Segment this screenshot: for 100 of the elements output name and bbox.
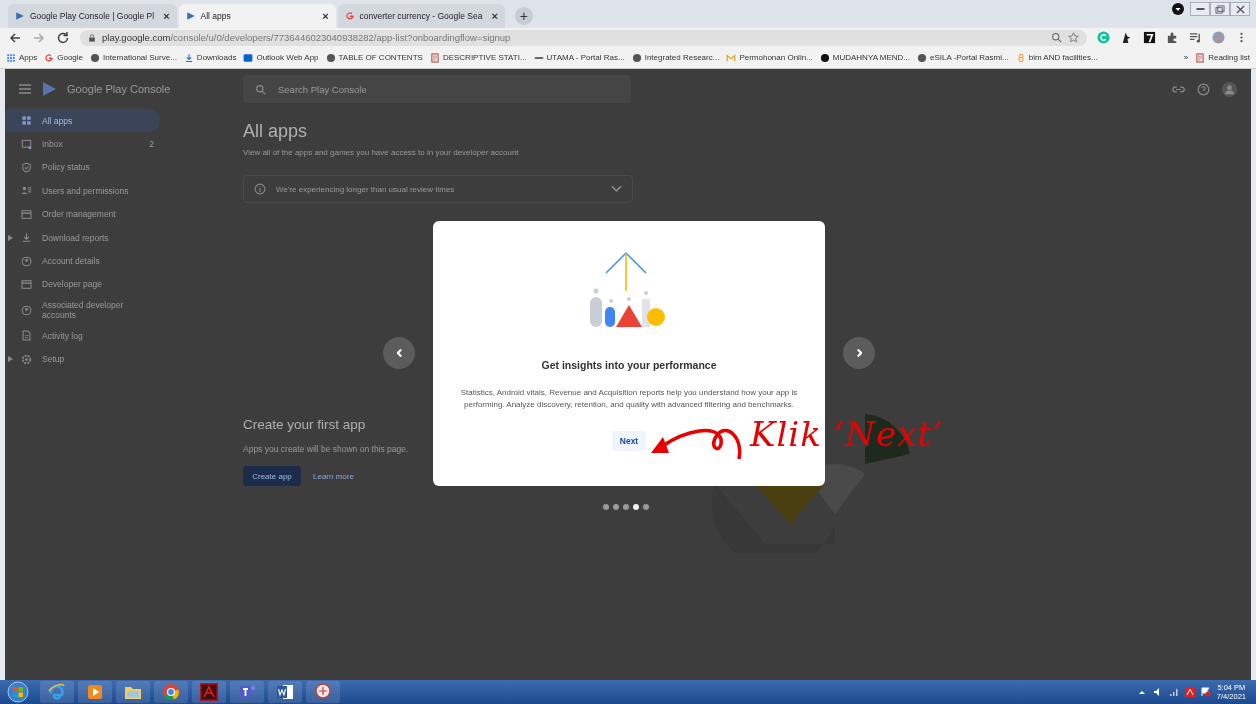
antivirus-icon[interactable] <box>1184 687 1195 697</box>
page-subtitle: View all of the apps and games you have access to in your developer account <box>243 148 520 157</box>
brand-name: Google Play Console <box>67 83 171 95</box>
previous-button[interactable] <box>383 337 415 369</box>
download-icon <box>183 52 194 63</box>
sidebar-item[interactable]: Account details <box>5 249 160 273</box>
google-icon <box>44 52 55 63</box>
learn-more-link[interactable]: Learn more <box>313 471 354 481</box>
sidebar-item[interactable]: Policy status <box>5 155 160 180</box>
sidebar-item[interactable]: Users and permissions <box>5 179 160 203</box>
sidebar-item[interactable]: Setup <box>5 347 160 371</box>
reading-list-button[interactable]: Reading list <box>1195 52 1250 63</box>
bookmarks-overflow-button[interactable]: » <box>1183 53 1189 62</box>
bookmark-link[interactable]: MUDAHNYA MEND... <box>819 52 910 63</box>
restore-icon <box>1215 4 1225 14</box>
card-icon <box>21 278 32 290</box>
account-icon <box>21 255 32 267</box>
puzzle-icon[interactable] <box>1166 31 1179 44</box>
ie-taskbar-icon[interactable] <box>40 681 74 703</box>
teams-taskbar-icon[interactable] <box>230 681 264 703</box>
bookmark-link[interactable]: Integrated Researc... <box>631 52 720 63</box>
create-app-button[interactable]: Create app <box>243 466 301 486</box>
expand-caret-icon <box>8 234 13 241</box>
doc-icon <box>21 330 32 342</box>
search-field[interactable]: Search Play Console <box>243 75 631 103</box>
sidebar-item[interactable]: Developer page <box>5 272 160 297</box>
flag-icon[interactable] <box>1200 687 1211 697</box>
doc-icon <box>1195 52 1206 63</box>
users-icon <box>21 185 32 197</box>
browser-tab[interactable]: Google Play Console | Google Pl × <box>8 4 177 28</box>
help-icon[interactable] <box>1197 82 1210 96</box>
chevron-left-icon <box>396 349 402 357</box>
bookmark-link[interactable]: bim AND facilities... <box>1015 52 1098 63</box>
address-bar[interactable]: play.google.com/console/u/0/developers/7736446023040938282/app-list?onboardingflow=signup <box>80 29 1087 46</box>
chrome-taskbar-icon[interactable] <box>154 681 188 703</box>
bookmark-link[interactable]: TABLE OF CONTENTS <box>325 52 423 63</box>
page-indicator-dot[interactable] <box>603 504 609 510</box>
signal-icon[interactable] <box>1168 687 1179 697</box>
page-indicator-dot[interactable] <box>613 504 619 510</box>
paint-taskbar-icon[interactable] <box>306 681 340 703</box>
star-icon[interactable] <box>1068 32 1079 43</box>
dot-icon <box>819 52 830 63</box>
next-arrow-button[interactable] <box>843 337 875 369</box>
playlist-icon[interactable] <box>1189 31 1202 44</box>
start-button[interactable] <box>6 681 30 703</box>
reload-button[interactable] <box>56 30 70 45</box>
m-icon <box>726 52 737 63</box>
bookmark-link[interactable]: Outlook Web App <box>243 52 319 63</box>
page-indicator-dot[interactable] <box>633 504 639 510</box>
bookmark-link[interactable]: Downloads <box>183 52 237 63</box>
new-tab-button[interactable]: + <box>514 7 533 25</box>
expand-caret-icon <box>8 356 13 363</box>
close-icon <box>1235 4 1245 14</box>
back-button[interactable] <box>8 30 22 45</box>
bird-icon[interactable] <box>1120 31 1133 44</box>
dialog-heading: Get insights into your performance <box>541 359 717 371</box>
sidebar-item[interactable]: Activity log <box>5 324 160 348</box>
search-icon[interactable] <box>1051 32 1062 43</box>
bookmark-link[interactable]: DESCRIPTIVE STATI... <box>429 52 527 63</box>
sidebar-item[interactable]: Order management <box>5 202 160 226</box>
outlook-icon <box>243 52 254 63</box>
bookmark-link[interactable]: eSILA -Portal Rasmi... <box>917 52 1009 63</box>
sidebar-item[interactable]: Download reports <box>5 225 160 250</box>
bookmark-link[interactable]: International Surve... <box>90 52 177 63</box>
chevron-right-icon <box>856 349 862 357</box>
doc-icon <box>429 52 440 63</box>
seven-icon[interactable] <box>1143 31 1156 44</box>
shield-icon <box>21 161 32 173</box>
word-taskbar-icon[interactable] <box>268 681 302 703</box>
minimize-button[interactable] <box>1190 2 1210 16</box>
search-icon <box>255 83 266 95</box>
sidebar-item[interactable]: All apps <box>5 109 160 133</box>
info-icon <box>254 183 266 195</box>
back-arrow-icon <box>8 30 22 45</box>
acrobat-taskbar-icon[interactable] <box>192 681 226 703</box>
bookmark-link[interactable]: Permohonan Onlin... <box>726 52 813 63</box>
menu-icon[interactable] <box>19 84 31 94</box>
browser-tab[interactable]: converter currency - Google Sea × <box>337 4 505 28</box>
bookmark-link[interactable]: Apps <box>6 52 38 63</box>
grid-icon <box>6 52 16 63</box>
annotation-text: Klik ‘Next’ <box>750 414 944 454</box>
chevron-down-icon <box>611 185 622 193</box>
sidebar-item[interactable]: Associated developer accounts <box>5 296 160 325</box>
page-indicator-dot[interactable] <box>643 504 649 510</box>
section-heading: Create your first app <box>243 417 367 432</box>
next-button[interactable]: Next <box>611 431 647 451</box>
page-indicator-dot[interactable] <box>623 504 629 510</box>
media-taskbar-icon[interactable] <box>78 681 112 703</box>
close-button[interactable] <box>1230 2 1250 16</box>
notice-banner[interactable]: We're experiencing longer than usual review times <box>243 175 633 203</box>
grid-icon <box>21 115 32 127</box>
folder-taskbar-icon[interactable] <box>116 681 150 703</box>
avatar-icon[interactable] <box>1212 31 1225 44</box>
bookmark-link[interactable]: Google <box>44 52 84 63</box>
avatar-icon[interactable] <box>1222 81 1237 97</box>
media-control-icon[interactable] <box>1172 3 1184 15</box>
browser-tab[interactable]: All apps × <box>178 4 336 28</box>
bookmark-link[interactable]: UTAMA - Portal Ras... <box>533 52 625 63</box>
restore-button[interactable] <box>1210 2 1230 16</box>
sidebar-item[interactable]: Inbox 2 <box>5 132 160 156</box>
